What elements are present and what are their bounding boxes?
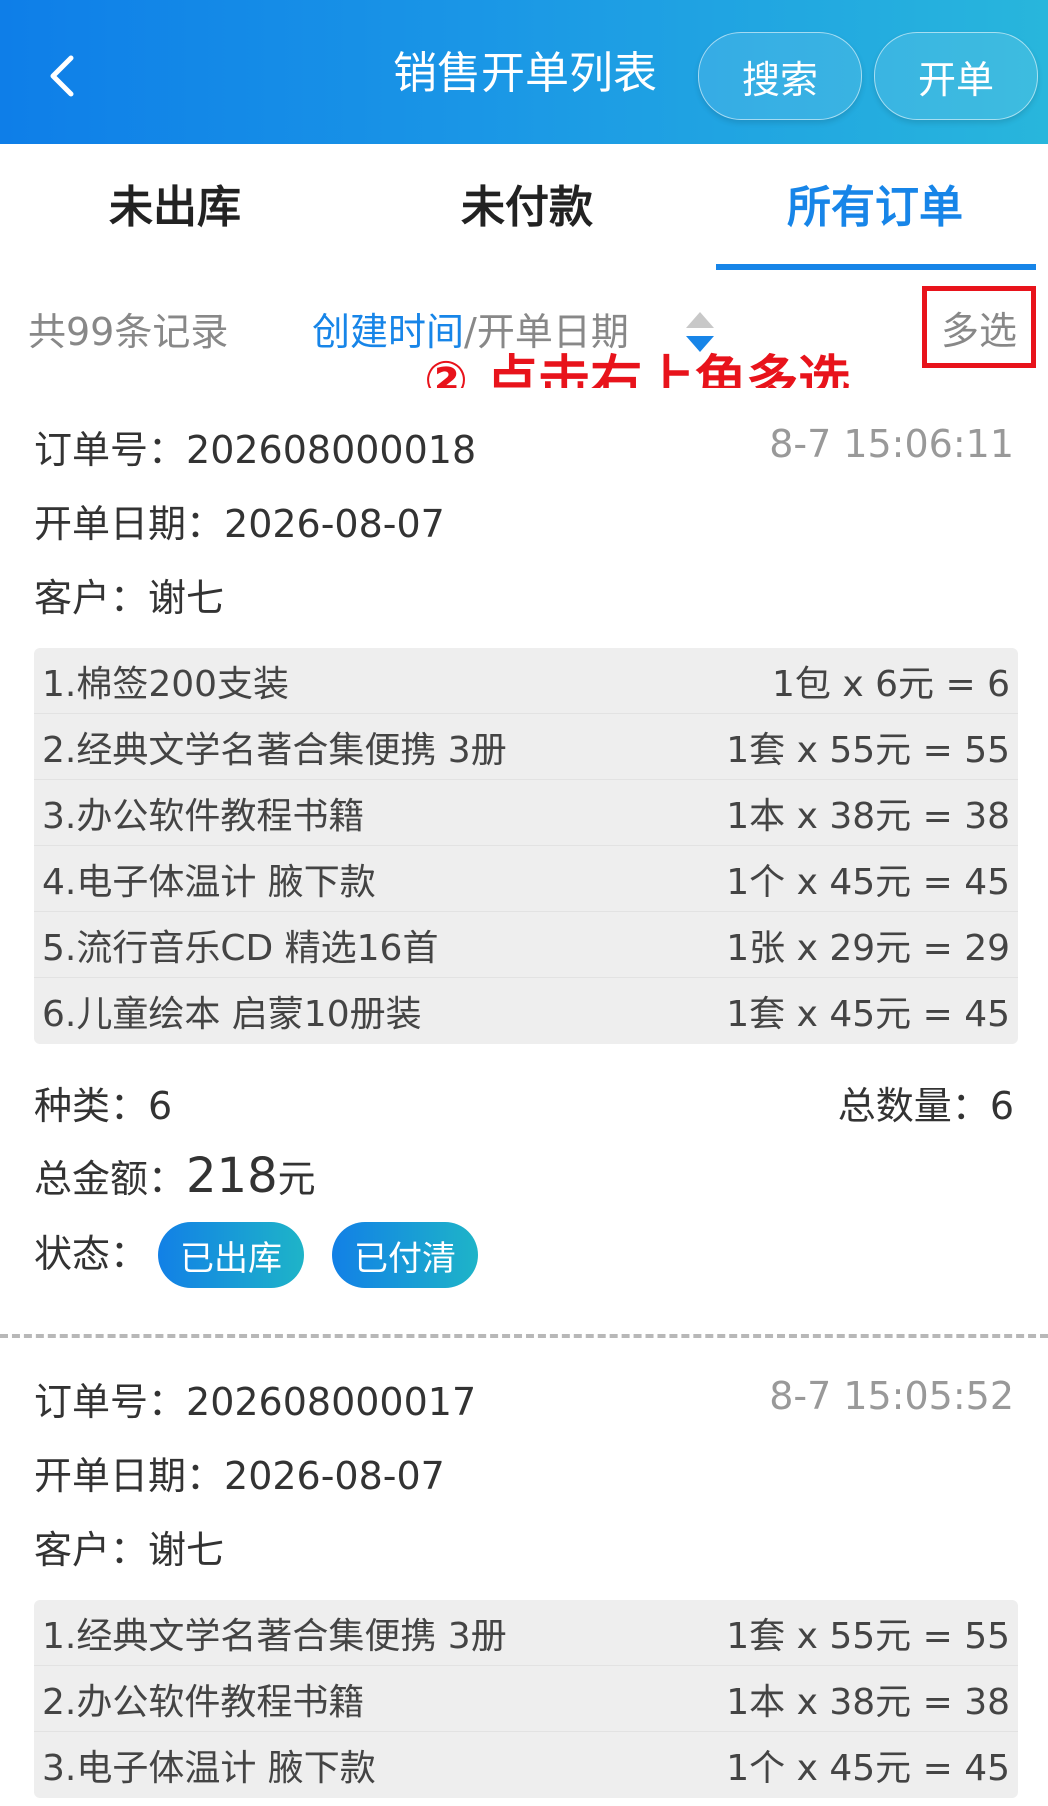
list-item: 2.办公软件教程书籍 1本 x 38元 = 38 — [34, 1666, 1018, 1732]
customer: 客户：谢七 — [34, 570, 224, 626]
order-divider — [0, 1334, 1048, 1338]
item-name: 3.办公软件教程书籍 — [42, 795, 365, 837]
status-label: 状态： — [34, 1232, 149, 1276]
item-calc: 1个 x 45元 = 45 — [726, 861, 1010, 903]
total-quantity: 总数量：6 — [838, 1078, 1014, 1134]
app-header: 销售开单列表 搜索 开单 — [0, 0, 1048, 144]
page-title: 销售开单列表 — [393, 48, 657, 99]
item-name: 4.电子体温计 腋下款 — [42, 861, 376, 903]
list-item: 3.电子体温计 腋下款 1个 x 45元 = 45 — [34, 1732, 1018, 1798]
list-item: 1.经典文学名著合集便携 3册 1套 x 55元 = 55 — [34, 1600, 1018, 1666]
item-calc: 1本 x 38元 = 38 — [726, 1681, 1010, 1723]
item-calc: 1套 x 45元 = 45 — [726, 994, 1010, 1035]
order-date-label: 开单日期： — [34, 1454, 225, 1498]
amount-unit: 元 — [277, 1157, 316, 1201]
list-item: 5.流行音乐CD 精选16首 1张 x 29元 = 29 — [34, 912, 1018, 978]
amount-label: 总金额： — [34, 1157, 187, 1201]
order-time: 8-7 15:06:11 — [769, 422, 1014, 466]
item-name: 1.棉签200支装 — [42, 663, 290, 705]
record-count: 共99条记录 — [28, 310, 229, 354]
item-list: 1.棉签200支装 1包 x 6元 = 6 2.经典文学名著合集便携 3册 1套 x… — [34, 648, 1018, 1044]
order-date-label: 开单日期： — [34, 502, 225, 546]
total-amount: 总金额：218元 — [34, 1148, 316, 1207]
multi-select-button[interactable]: 多选 — [922, 286, 1036, 368]
customer: 客户：谢七 — [34, 1522, 224, 1578]
list-item: 4.电子体温计 腋下款 1个 x 45元 = 45 — [34, 846, 1018, 912]
amount-value: 218 — [186, 1148, 278, 1204]
customer-value: 谢七 — [148, 576, 225, 620]
order-number: 订单号：202608000018 — [34, 422, 476, 478]
customer-value: 谢七 — [148, 1528, 225, 1572]
item-name: 5.流行音乐CD 精选16首 — [42, 927, 439, 969]
kinds-label: 种类： — [34, 1084, 149, 1128]
item-name: 6.儿童绘本 启蒙10册装 — [42, 994, 422, 1035]
order-date-value: 2026-08-07 — [224, 1454, 445, 1498]
list-item: 6.儿童绘本 启蒙10册装 1套 x 45元 = 45 — [34, 978, 1018, 1044]
tab-not-shipped[interactable]: 未出库 — [60, 178, 290, 238]
item-kinds: 种类：6 — [34, 1078, 172, 1134]
kinds-value: 6 — [148, 1084, 173, 1128]
back-button[interactable] — [34, 44, 90, 108]
order-date: 开单日期：2026-08-07 — [34, 496, 445, 552]
order-card[interactable]: 订单号：202608000018 8-7 15:06:11 开单日期：2026-… — [0, 388, 1048, 1330]
order-number-label: 订单号： — [34, 428, 187, 472]
order-number: 订单号：202608000017 — [34, 1374, 476, 1430]
item-calc: 1张 x 29元 = 29 — [726, 927, 1010, 969]
customer-label: 客户： — [34, 1528, 149, 1572]
quantity-label: 总数量： — [837, 1084, 990, 1128]
order-number-label: 订单号： — [34, 1380, 187, 1424]
order-number-value: 202608000017 — [186, 1380, 477, 1424]
order-number-value: 202608000018 — [186, 428, 477, 472]
item-calc: 1本 x 38元 = 38 — [726, 795, 1010, 837]
customer-label: 客户： — [34, 576, 149, 620]
tab-bar: 未出库 未付款 所有订单 — [0, 144, 1048, 272]
status-badge-paid: 已付清 — [332, 1222, 478, 1288]
item-name: 1.经典文学名著合集便携 3册 — [42, 1615, 507, 1657]
item-name: 2.办公软件教程书籍 — [42, 1681, 365, 1723]
item-name: 2.经典文学名著合集便携 3册 — [42, 729, 507, 771]
item-calc: 1套 x 55元 = 55 — [726, 1615, 1010, 1657]
item-name: 3.电子体温计 腋下款 — [42, 1748, 376, 1789]
item-calc: 1套 x 55元 = 55 — [726, 729, 1010, 771]
list-item: 2.经典文学名著合集便携 3册 1套 x 55元 = 55 — [34, 714, 1018, 780]
create-order-button[interactable]: 开单 — [874, 32, 1038, 120]
item-calc: 1个 x 45元 = 45 — [726, 1748, 1010, 1789]
order-date: 开单日期：2026-08-07 — [34, 1448, 445, 1504]
tab-all-orders[interactable]: 所有订单 — [760, 178, 990, 238]
tab-unpaid[interactable]: 未付款 — [412, 178, 642, 238]
quantity-value: 6 — [989, 1084, 1014, 1128]
item-list: 1.经典文学名著合集便携 3册 1套 x 55元 = 55 2.办公软件教程书籍 1… — [34, 1600, 1018, 1798]
order-card[interactable]: 订单号：202608000017 8-7 15:05:52 开单日期：2026-… — [0, 1340, 1048, 1806]
item-calc: 1包 x 6元 = 6 — [772, 663, 1010, 705]
list-item: 3.办公软件教程书籍 1本 x 38元 = 38 — [34, 780, 1018, 846]
list-item: 1.棉签200支装 1包 x 6元 = 6 — [34, 648, 1018, 714]
search-button[interactable]: 搜索 — [698, 32, 862, 120]
chevron-left-icon — [50, 55, 74, 97]
order-date-value: 2026-08-07 — [224, 502, 445, 546]
order-time: 8-7 15:05:52 — [769, 1374, 1014, 1418]
status-badge-shipped: 已出库 — [158, 1222, 304, 1288]
active-tab-indicator — [716, 264, 1036, 270]
